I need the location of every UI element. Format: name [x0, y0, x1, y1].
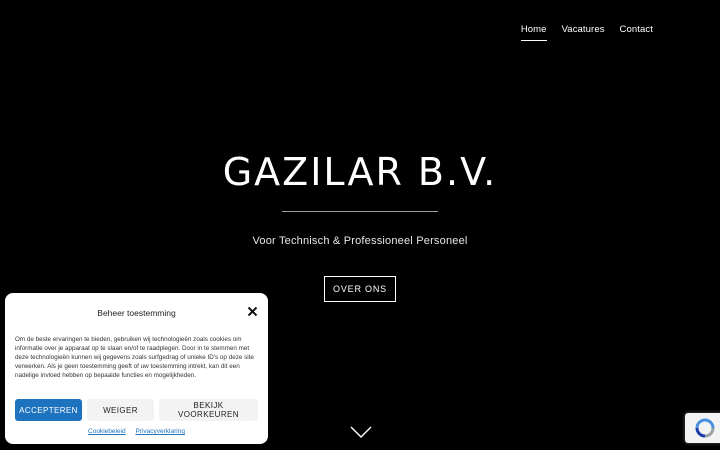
accept-button[interactable]: ACCEPTEREN: [15, 399, 82, 421]
recaptcha-icon[interactable]: [685, 413, 720, 443]
hero-title: GAZILAR B.V.: [222, 150, 498, 194]
consent-body-text: Om de beste ervaringen te bieden, gebrui…: [15, 336, 254, 379]
consent-links: Cookiebeleid Privacyverklaring: [5, 428, 268, 435]
privacy-statement-link[interactable]: Privacyverklaring: [135, 428, 185, 435]
main-navigation: Home Vacatures Contact: [520, 24, 653, 41]
consent-title: Beheer toestemming: [97, 308, 176, 318]
nav-item-home[interactable]: Home: [520, 24, 547, 41]
recaptcha-logo-icon: [695, 418, 715, 438]
chevron-down-icon[interactable]: [350, 426, 372, 438]
nav-item-vacatures[interactable]: Vacatures: [562, 24, 605, 41]
cookie-consent-dialog: Beheer toestemming Om de beste ervaringe…: [5, 293, 268, 444]
close-icon[interactable]: [247, 306, 258, 317]
view-preferences-button[interactable]: BEKIJK VOORKEUREN: [159, 399, 258, 421]
deny-button[interactable]: WEIGER: [87, 399, 154, 421]
hero-subtitle: Voor Technisch & Professioneel Personeel: [252, 235, 468, 247]
nav-item-contact[interactable]: Contact: [620, 24, 653, 41]
about-us-button[interactable]: OVER ONS: [324, 276, 396, 302]
hero-divider: [282, 211, 438, 212]
cookie-policy-link[interactable]: Cookiebeleid: [88, 428, 126, 435]
